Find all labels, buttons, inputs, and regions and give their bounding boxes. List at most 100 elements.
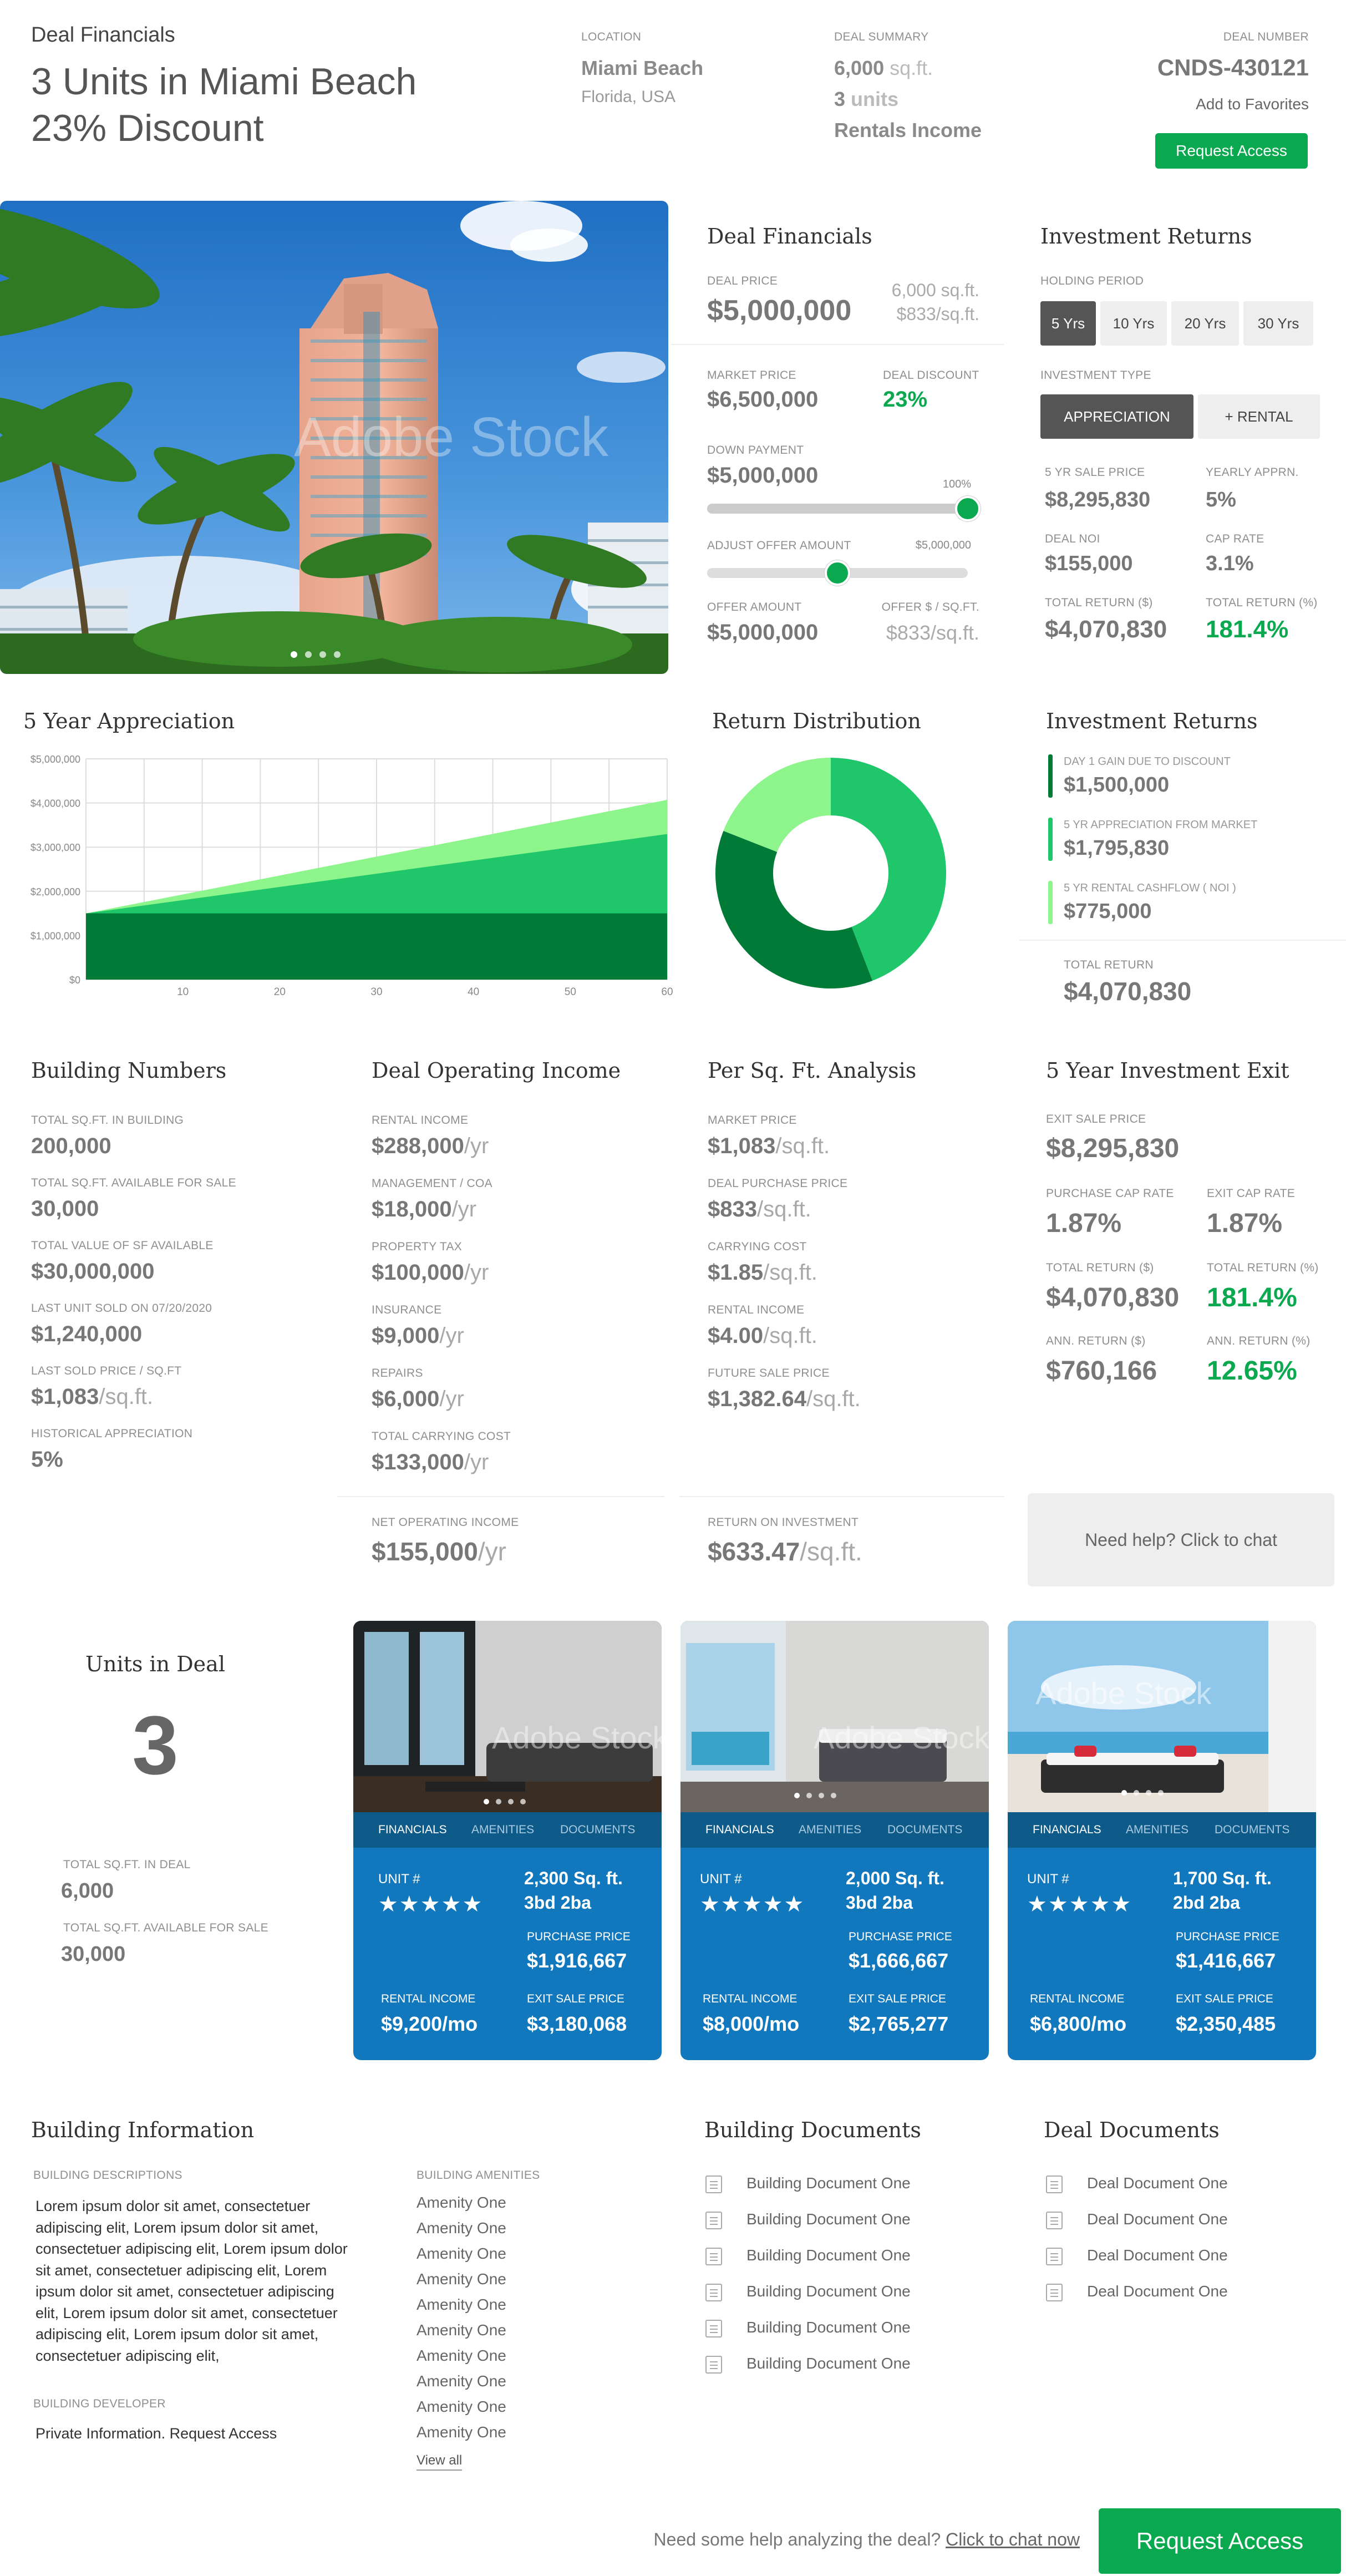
document-link[interactable]: Building Document One xyxy=(705,2245,983,2268)
unit-card[interactable]: Adobe Stock FINANCIALS AMENITIES DOCUMENTS… xyxy=(353,1621,662,2060)
exit-sale-label: EXIT SALE PRICE xyxy=(527,1992,624,2005)
tab-amenities[interactable]: AMENITIES xyxy=(799,1812,861,1848)
document-link[interactable]: Deal Document One xyxy=(1046,2209,1323,2232)
purchase-price-label: PURCHASE PRICE xyxy=(527,1930,631,1943)
add-to-favorites-link[interactable]: Add to Favorites xyxy=(1196,95,1309,113)
tab-documents[interactable]: DOCUMENTS xyxy=(560,1812,635,1848)
building-info-title: Building Information xyxy=(31,2118,255,2142)
offer-amount-label: OFFER AMOUNT xyxy=(707,601,802,613)
adjust-offer-knob[interactable] xyxy=(825,560,850,586)
document-icon xyxy=(1046,2176,1063,2193)
unit-card[interactable]: Adobe Stock FINANCIALS AMENITIES DOCUMENTS… xyxy=(1008,1621,1316,2060)
tab-documents[interactable]: DOCUMENTS xyxy=(887,1812,962,1848)
x-tick-label: 20 xyxy=(274,986,286,998)
stat-value: $100,000/yr xyxy=(372,1260,489,1285)
total-return: $4,070,830 xyxy=(1045,616,1167,643)
down-payment-slider[interactable] xyxy=(707,504,968,514)
y-tick-label: $2,000,000 xyxy=(31,886,80,897)
document-link[interactable]: Deal Document One xyxy=(1046,2245,1323,2268)
exit-sale: $8,295,830 xyxy=(1046,1134,1180,1163)
rental-income-label: RENTAL INCOME xyxy=(1030,1992,1125,2005)
tab-financials[interactable]: FINANCIALS xyxy=(378,1812,447,1848)
ann-return-pct-label: ANN. RETURN (%) xyxy=(1207,1335,1311,1347)
exit-sale-price: $2,765,277 xyxy=(849,2012,949,2035)
document-link[interactable]: Building Document One xyxy=(705,2354,983,2376)
footer-request-access-button[interactable]: Request Access xyxy=(1099,2508,1341,2574)
document-icon xyxy=(1046,2212,1063,2229)
stat-value: $833/sq.ft. xyxy=(708,1197,811,1221)
hero-image[interactable]: Adobe Stock xyxy=(0,201,668,674)
holding-tab-20[interactable]: 20 Yrs xyxy=(1171,301,1239,346)
document-name: Deal Document One xyxy=(1087,2174,1228,2192)
rental-income-label: RENTAL INCOME xyxy=(381,1992,476,2005)
ann-return: $760,166 xyxy=(1046,1356,1157,1386)
stat-label: MARKET PRICE xyxy=(708,1114,797,1127)
noi-label: NET OPERATING INCOME xyxy=(372,1516,519,1529)
purchase-price: $1,666,667 xyxy=(849,1949,949,1972)
building-amenities-label: BUILDING AMENITIES xyxy=(417,2169,540,2182)
unit-tabs: FINANCIALS AMENITIES DOCUMENTS xyxy=(1008,1812,1316,1848)
unit-watermark: Adobe Stock xyxy=(492,1720,662,1755)
exit-total-return-label: TOTAL RETURN ($) xyxy=(1046,1261,1154,1274)
stat-label: CARRYING COST xyxy=(708,1240,807,1253)
type-tab-appreciation[interactable]: APPRECIATION xyxy=(1040,394,1193,439)
stat-value: $1,083/sq.ft. xyxy=(31,1385,154,1409)
market-price-label: MARKET PRICE xyxy=(707,369,796,382)
amenity-item: Amenity One xyxy=(417,2321,506,2339)
exit-sale-price: $2,350,485 xyxy=(1176,2012,1276,2035)
units-available: 30,000 xyxy=(61,1943,126,1966)
document-link[interactable]: Building Document One xyxy=(705,2281,983,2304)
per-sqft-title: Per Sq. Ft. Analysis xyxy=(708,1058,917,1083)
tab-documents[interactable]: DOCUMENTS xyxy=(1215,1812,1289,1848)
tab-financials[interactable]: FINANCIALS xyxy=(1033,1812,1101,1848)
document-link[interactable]: Deal Document One xyxy=(1046,2173,1323,2195)
unit-stars: ★★★★★ xyxy=(700,1892,805,1916)
deal-sqft: 6,000 sq.ft. xyxy=(891,280,979,300)
unit-number-label: UNIT # xyxy=(700,1872,742,1887)
stat-value: $1,083/sq.ft. xyxy=(708,1134,830,1158)
header-small-title: Deal Financials xyxy=(31,23,175,47)
request-access-button[interactable]: Request Access xyxy=(1155,133,1308,169)
holding-tab-30[interactable]: 30 Yrs xyxy=(1243,301,1313,346)
amenity-item: Amenity One xyxy=(417,2423,506,2441)
document-link[interactable]: Deal Document One xyxy=(1046,2281,1323,2304)
chat-now-link[interactable]: Click to chat now xyxy=(946,2529,1080,2549)
purchase-price-label: PURCHASE PRICE xyxy=(1176,1930,1279,1943)
unit-beds: 2bd 2ba xyxy=(1173,1893,1240,1913)
tab-financials[interactable]: FINANCIALS xyxy=(705,1812,774,1848)
adjust-offer-label: ADJUST OFFER AMOUNT xyxy=(707,539,851,552)
document-icon xyxy=(705,2176,722,2193)
view-all-link[interactable]: View all xyxy=(417,2453,463,2471)
deal-number: CNDS-430121 xyxy=(1157,54,1309,80)
offer-sqft: $833/sq.ft. xyxy=(886,621,979,644)
document-link[interactable]: Building Document One xyxy=(705,2318,983,2340)
down-payment-knob[interactable] xyxy=(955,496,981,521)
building-dev[interactable]: Private Information. Request Access xyxy=(35,2425,277,2442)
tab-amenities[interactable]: AMENITIES xyxy=(1126,1812,1188,1848)
stat-label: TOTAL VALUE OF SF AVAILABLE xyxy=(31,1239,214,1252)
cap-rate: 3.1% xyxy=(1206,552,1254,575)
stat-label: RENTAL INCOME xyxy=(708,1304,805,1316)
stat-label: LAST UNIT SOLD ON 07/20/2020 xyxy=(31,1302,212,1315)
deal-summary-label: DEAL SUMMARY xyxy=(834,31,929,43)
description-line: adipiscing elit, Lorem ipsum dolor sit a… xyxy=(35,2219,319,2236)
unit-number-label: UNIT # xyxy=(1027,1872,1069,1887)
breakdown-value-1: $1,500,000 xyxy=(1064,773,1170,797)
purchase-price: $1,416,667 xyxy=(1176,1949,1276,1972)
deal-discount-label: DEAL DISCOUNT xyxy=(883,369,979,382)
document-name: Deal Document One xyxy=(1087,2210,1228,2228)
type-tab-rental[interactable]: + RENTAL xyxy=(1198,394,1320,439)
breakdown-label-1: DAY 1 GAIN DUE TO DISCOUNT xyxy=(1064,755,1231,768)
amenity-item: Amenity One xyxy=(417,2194,506,2211)
help-chat-button[interactable]: Need help? Click to chat xyxy=(1028,1493,1334,1586)
appreciation-title: 5 Year Appreciation xyxy=(23,709,235,733)
holding-tab-10[interactable]: 10 Yrs xyxy=(1100,301,1167,346)
divider xyxy=(1019,940,1346,941)
unit-card[interactable]: Adobe Stock FINANCIALS AMENITIES DOCUMENTS… xyxy=(680,1621,989,2060)
document-link[interactable]: Building Document One xyxy=(705,2209,983,2232)
holding-tab-5[interactable]: 5 Yrs xyxy=(1040,301,1096,346)
tab-amenities[interactable]: AMENITIES xyxy=(471,1812,534,1848)
stat-label: PROPERTY TAX xyxy=(372,1240,463,1253)
document-link[interactable]: Building Document One xyxy=(705,2173,983,2195)
unit-photo: Adobe Stock xyxy=(1008,1621,1316,1812)
